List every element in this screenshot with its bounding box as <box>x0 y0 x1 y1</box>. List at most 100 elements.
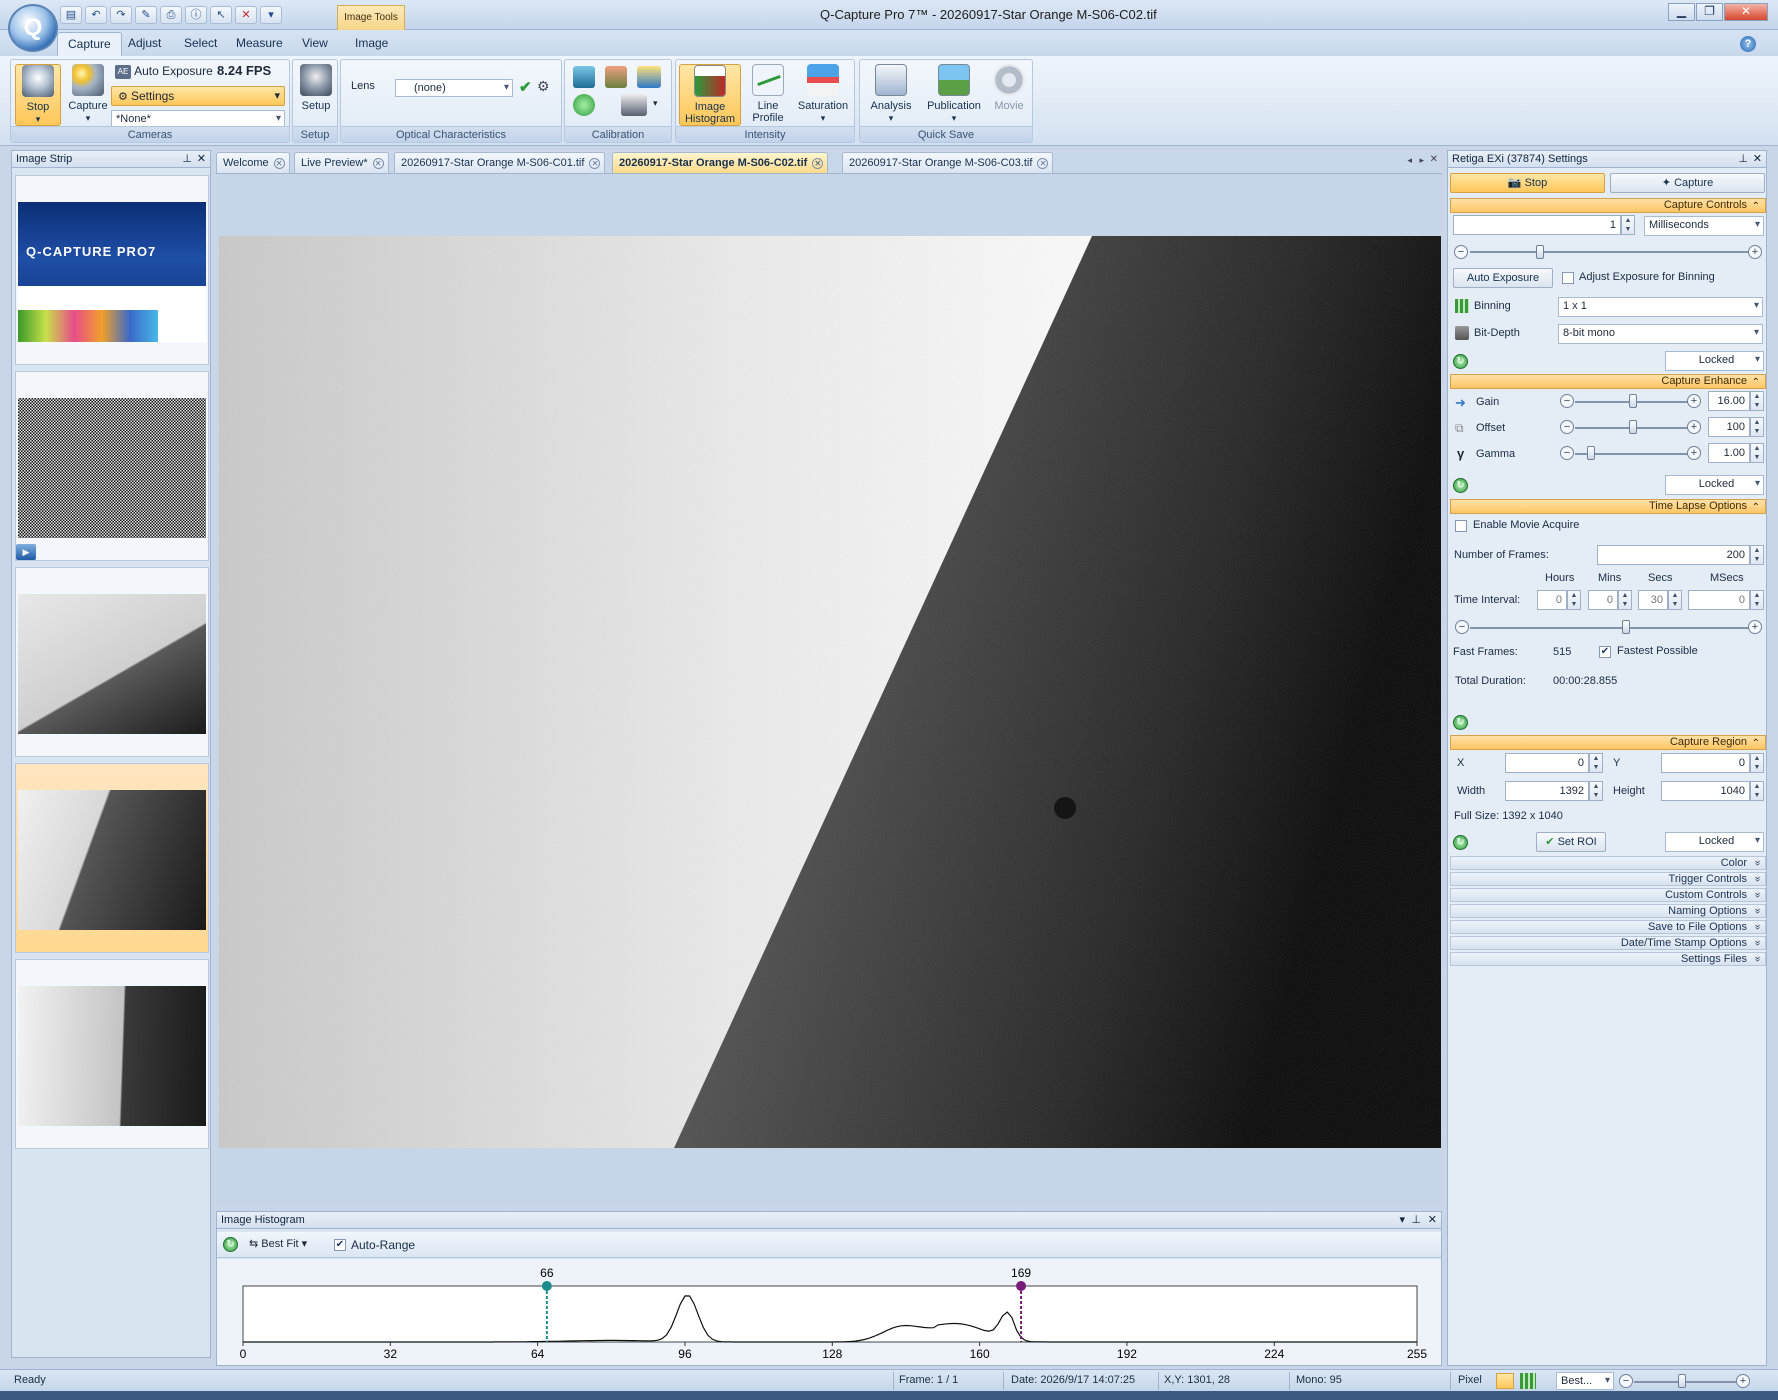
mins-spinner[interactable]: ▲ ▼ <box>1618 590 1632 610</box>
zoom-slider-track[interactable] <box>1634 1381 1744 1383</box>
interval-slider-thumb[interactable] <box>1622 620 1630 634</box>
thumbnail-live-preview[interactable]: ▶ <box>15 371 209 561</box>
exposure-unit-dropdown[interactable]: Milliseconds <box>1644 216 1764 236</box>
doc-tab-c03[interactable]: 20260917-Star Orange M-S06-C03.tif ✕ <box>842 152 1054 173</box>
pin-icon[interactable]: ⊥ <box>182 151 192 167</box>
microscope-image[interactable] <box>219 236 1441 1148</box>
offset-increase-icon[interactable]: + <box>1687 420 1701 434</box>
offset-slider-thumb[interactable] <box>1629 420 1637 434</box>
gain-slider-thumb[interactable] <box>1629 394 1637 408</box>
print-icon[interactable]: ⎙ <box>160 6 182 24</box>
set-roi-button[interactable]: ✔ Set ROI <box>1536 832 1606 852</box>
low-limit-handle[interactable] <box>541 1281 552 1291</box>
close-tab-icon[interactable]: ✕ <box>589 158 601 169</box>
customize-toolbar-icon[interactable]: ▾ <box>260 6 282 24</box>
bit-depth-dropdown[interactable]: 8-bit mono <box>1558 324 1763 344</box>
tab-capture[interactable]: Capture <box>57 32 122 56</box>
thumbnail-c03[interactable] <box>15 959 209 1149</box>
thumbnail-welcome[interactable]: Q-CAPTURE PRO7 <box>15 175 209 365</box>
y-input[interactable]: 0 <box>1661 753 1750 773</box>
close-icon[interactable]: ✕ <box>1428 1212 1437 1228</box>
calibration-image-icon[interactable] <box>605 66 627 88</box>
pin-icon[interactable]: ⊥ <box>1738 151 1748 167</box>
gain-spinner[interactable]: ▲ ▼ <box>1750 391 1764 411</box>
pointer-icon[interactable]: ↖ <box>210 6 232 24</box>
offset-decrease-icon[interactable]: − <box>1560 420 1574 434</box>
interval-decrease-icon[interactable]: − <box>1455 620 1469 634</box>
line-profile-button[interactable]: Line Profile <box>744 64 792 126</box>
frames-spinner[interactable]: ▲ ▼ <box>1750 545 1764 565</box>
pin-icon[interactable]: ⊥ <box>1411 1212 1421 1228</box>
exposure-input[interactable]: 1 <box>1453 215 1621 235</box>
doc-tab-live-preview[interactable]: Live Preview* ✕ <box>294 152 389 173</box>
width-input[interactable]: 1392 <box>1505 781 1589 801</box>
frames-input[interactable]: 200 <box>1597 545 1750 565</box>
tab-adjust[interactable]: Adjust <box>118 32 171 56</box>
exposure-slider-thumb[interactable] <box>1536 245 1544 259</box>
doc-tab-welcome[interactable]: Welcome ✕ <box>216 152 290 173</box>
section-save-to-file[interactable]: Save to File Options <box>1450 920 1766 934</box>
minimize-button[interactable]: ▁ <box>1668 3 1695 21</box>
fit-dropdown[interactable]: ⇆ Best Fit ▾ <box>249 1237 307 1250</box>
lens-dropdown[interactable]: (none) <box>395 79 513 97</box>
thumbnail-c01[interactable] <box>15 567 209 757</box>
height-spinner[interactable]: ▲ ▼ <box>1750 781 1764 801</box>
capture-region-locked-dropdown[interactable]: Locked <box>1665 832 1764 852</box>
exposure-spinner[interactable]: ▲ ▼ <box>1621 215 1635 235</box>
hours-spinner[interactable]: ▲ ▼ <box>1567 590 1581 610</box>
dropdown-icon[interactable]: ▾ <box>1399 1212 1405 1228</box>
gamma-increase-icon[interactable]: + <box>1687 446 1701 460</box>
section-time-lapse[interactable]: Time Lapse Options <box>1450 499 1766 514</box>
close-icon[interactable]: ✕ <box>1753 151 1762 167</box>
fastest-possible-checkbox[interactable]: ✔ <box>1599 646 1611 658</box>
x-input[interactable]: 0 <box>1505 753 1589 773</box>
section-capture-enhance[interactable]: Capture Enhance <box>1450 374 1766 389</box>
auto-exposure-button[interactable]: Auto Exposure <box>1453 268 1553 288</box>
refresh-icon[interactable]: ↻ <box>223 1237 238 1252</box>
secs-input[interactable]: 30 <box>1638 590 1668 610</box>
grid-view-icon[interactable] <box>1520 1373 1536 1389</box>
image-histogram-button[interactable]: Image Histogram <box>679 64 741 126</box>
tab-scroll-right-icon[interactable]: ▸ <box>1419 155 1424 166</box>
close-tab-icon[interactable]: ✕ <box>812 158 824 169</box>
movie-button[interactable]: Movie <box>988 64 1030 126</box>
enable-movie-checkbox[interactable] <box>1455 520 1467 532</box>
settings-capture-button[interactable]: ✦ Capture <box>1610 173 1765 193</box>
doc-tab-c01[interactable]: 20260917-Star Orange M-S06-C01.tif ✕ <box>394 152 606 173</box>
saturation-button[interactable]: Saturation ▾ <box>794 64 852 126</box>
zoom-dropdown[interactable]: Best... <box>1556 1372 1614 1390</box>
close-window-button[interactable]: ✕ <box>1724 3 1768 21</box>
capture-button[interactable]: Capture ▾ <box>63 64 113 126</box>
interval-slider-track[interactable] <box>1470 627 1750 629</box>
stop-button[interactable]: Stop ▾ <box>15 64 61 126</box>
tab-image[interactable]: Image <box>345 32 398 56</box>
close-tab-icon[interactable]: ✕ <box>1037 158 1049 169</box>
offset-spinner[interactable]: ▲ ▼ <box>1750 417 1764 437</box>
close-tab-icon[interactable]: ✕ <box>372 158 384 169</box>
lens-settings-icon[interactable]: ⚙ <box>537 78 550 95</box>
refresh-icon[interactable]: ↻ <box>1453 478 1468 493</box>
tab-scroll-left-icon[interactable]: ◂ <box>1407 155 1412 166</box>
y-spinner[interactable]: ▲ ▼ <box>1750 753 1764 773</box>
image-view-icon[interactable] <box>1496 1373 1514 1389</box>
gamma-spinner[interactable]: ▲ ▼ <box>1750 443 1764 463</box>
help-icon[interactable]: ? <box>1740 36 1756 52</box>
tab-select[interactable]: Select <box>174 32 227 56</box>
calibration-cells-icon[interactable] <box>573 66 595 88</box>
width-spinner[interactable]: ▲ ▼ <box>1589 781 1603 801</box>
auto-range-checkbox[interactable]: ✔ <box>334 1239 346 1251</box>
adjust-binning-checkbox[interactable] <box>1562 272 1574 284</box>
gamma-slider-thumb[interactable] <box>1587 446 1595 460</box>
section-capture-controls[interactable]: Capture Controls <box>1450 198 1766 213</box>
setup-button[interactable]: Setup <box>295 64 337 126</box>
info-icon[interactable]: ⓘ <box>185 6 207 24</box>
calibration-ruler-icon[interactable] <box>637 66 661 88</box>
gain-decrease-icon[interactable]: − <box>1560 394 1574 408</box>
msecs-spinner[interactable]: ▲ ▼ <box>1750 590 1764 610</box>
section-datetime-stamp[interactable]: Date/Time Stamp Options <box>1450 936 1766 950</box>
exposure-slider-track[interactable] <box>1470 251 1750 253</box>
capture-enhance-locked-dropdown[interactable]: Locked <box>1665 475 1764 495</box>
msecs-input[interactable]: 0 <box>1688 590 1750 610</box>
refresh-icon[interactable]: ↻ <box>1453 354 1468 369</box>
x-spinner[interactable]: ▲ ▼ <box>1589 753 1603 773</box>
